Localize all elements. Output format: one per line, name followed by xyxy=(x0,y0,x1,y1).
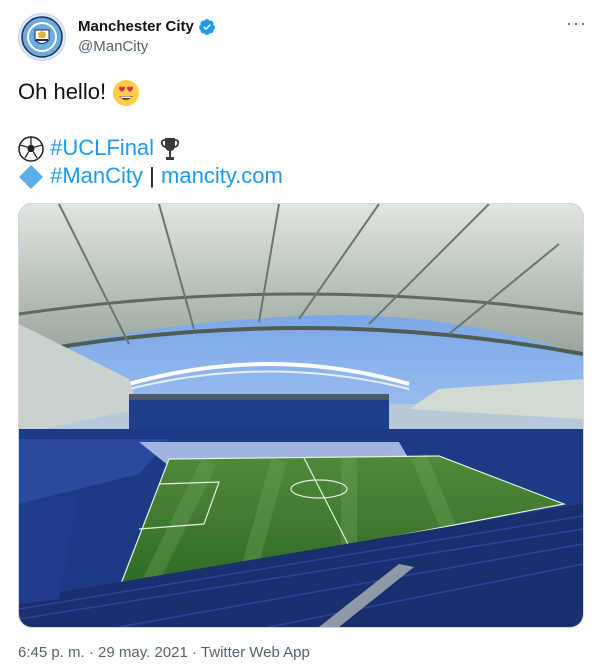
author-display-name[interactable]: Manchester City xyxy=(78,17,194,37)
manchester-city-crest-icon xyxy=(21,16,63,58)
trophy-icon xyxy=(161,138,180,161)
mancity-website-link[interactable]: mancity.com xyxy=(161,163,283,188)
verified-badge-icon xyxy=(198,19,215,35)
stadium-photo-image xyxy=(19,204,583,627)
avatar[interactable] xyxy=(18,13,66,61)
separator-text: | xyxy=(149,163,155,188)
tweet: Manchester City @ManCity ··· Oh hello! #… xyxy=(0,0,607,666)
more-options-icon[interactable]: ··· xyxy=(566,14,587,32)
tweet-time[interactable]: 6:45 p. m. xyxy=(18,644,85,661)
greeting-text: Oh hello! xyxy=(18,79,107,104)
hashtag-mancity-link[interactable]: #ManCity xyxy=(50,163,143,188)
tweet-media-photo[interactable] xyxy=(18,203,584,628)
tweet-metadata: 6:45 p. m. · 29 may. 2021 · Twitter Web … xyxy=(18,644,310,661)
tweet-source[interactable]: Twitter Web App xyxy=(201,644,310,661)
hashtag-uclfinal-link[interactable]: #UCLFinal xyxy=(50,135,154,160)
tweet-date[interactable]: 29 may. 2021 xyxy=(98,644,188,661)
separator-dot: · xyxy=(88,644,94,661)
separator-dot: · xyxy=(192,644,197,661)
author-names: Manchester City @ManCity xyxy=(78,17,216,57)
heart-eyes-emoji-icon xyxy=(113,80,140,107)
author-handle[interactable]: @ManCity xyxy=(78,37,216,57)
tweet-text-line-mancity: #ManCity | mancity.com xyxy=(18,162,283,190)
soccer-ball-icon xyxy=(18,136,44,162)
tweet-text-line-greeting: Oh hello! xyxy=(18,78,140,107)
blue-diamond-icon xyxy=(19,165,43,190)
tweet-text-line-ucl: #UCLFinal xyxy=(18,134,180,162)
tweet-header: Manchester City @ManCity xyxy=(18,13,216,61)
